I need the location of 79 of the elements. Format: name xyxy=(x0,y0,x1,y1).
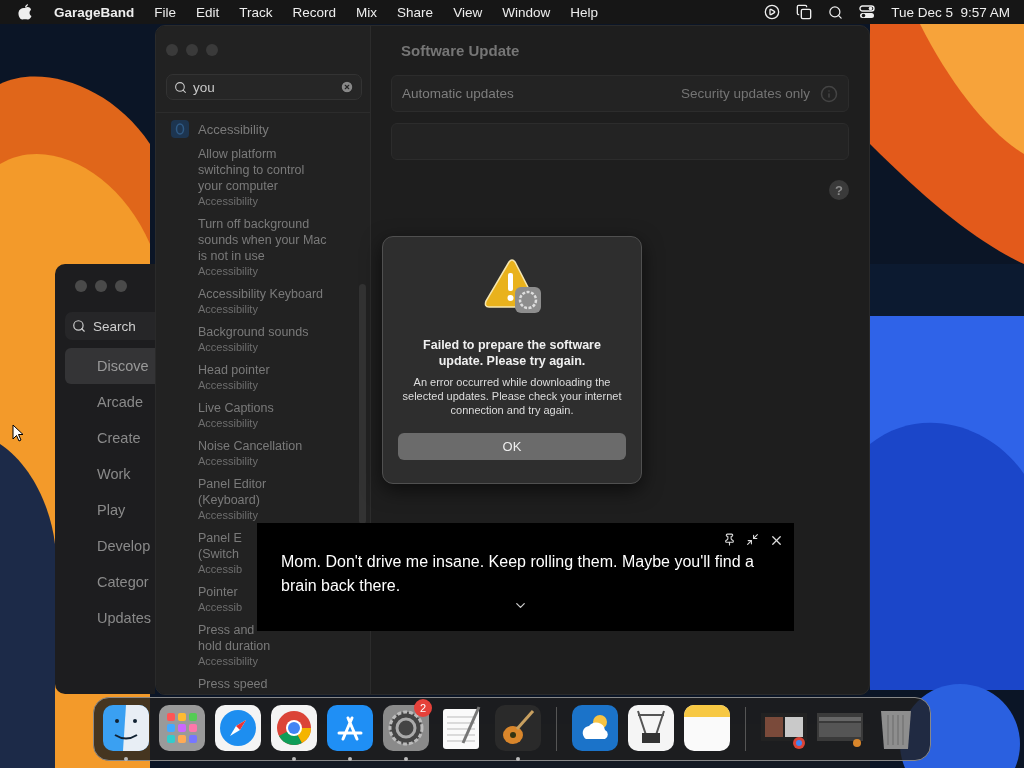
toggles-icon[interactable] xyxy=(859,5,876,19)
menu-item[interactable]: View xyxy=(443,4,493,20)
apple-icon[interactable] xyxy=(18,4,32,20)
menu-item[interactable]: Record xyxy=(282,4,347,20)
menu-item[interactable]: Edit xyxy=(186,4,230,20)
row-value: Security updates only xyxy=(680,86,810,101)
search-icon xyxy=(72,319,86,333)
menu-item[interactable]: File xyxy=(144,4,187,20)
result-title[interactable]: Head pointer xyxy=(198,362,270,378)
pointer-icon xyxy=(12,424,24,442)
app-store-icon[interactable] xyxy=(327,705,373,751)
collapse-icon[interactable] xyxy=(746,533,759,546)
alert-message: An error occurred while downloading the selected updates. Please check your internet connection and try again. xyxy=(401,375,623,417)
play-circle-icon[interactable] xyxy=(764,4,781,20)
warning-gear-icon xyxy=(483,259,541,315)
result-title[interactable]: Background sounds xyxy=(198,324,309,340)
sidebar-item[interactable]: Work xyxy=(65,456,155,492)
result-category: Accessibility xyxy=(198,194,258,208)
clock[interactable]: Tue Dec 5 9:57 AM xyxy=(891,4,1010,20)
scrollbar[interactable] xyxy=(359,284,366,524)
search-field[interactable]: Search xyxy=(65,312,155,340)
result-title[interactable]: Press speed xyxy=(198,676,268,692)
clear-icon[interactable] xyxy=(340,80,354,94)
result-title[interactable]: Pointer xyxy=(198,584,238,600)
sidebar-item[interactable]: Arcade xyxy=(65,384,155,420)
result-title[interactable]: Press and hold duration xyxy=(198,622,271,654)
menu-item[interactable]: Mix xyxy=(346,4,388,20)
result-category: Accessib xyxy=(198,600,243,614)
result-category: Accessibility xyxy=(198,454,258,468)
sidebar-item[interactable]: Discove xyxy=(65,348,155,384)
result-title[interactable]: Accessibility Keyboard xyxy=(198,286,324,302)
result-category: Accessibility xyxy=(198,302,258,316)
result-category: Accessibility xyxy=(198,378,258,392)
result-category: Accessibility xyxy=(198,340,258,354)
result-category: Accessib xyxy=(198,562,243,576)
close-icon[interactable] xyxy=(769,533,784,548)
sidebar-item[interactable]: Develop xyxy=(65,528,155,564)
compass-icon[interactable] xyxy=(215,705,261,751)
app-grid-icon[interactable] xyxy=(159,705,205,751)
sidebar-item[interactable]: Play xyxy=(65,492,155,528)
alert-title: Failed to prepare the software update. Please try again. xyxy=(422,337,602,369)
windows-icon[interactable] xyxy=(796,4,813,20)
row-label: Automatic updates xyxy=(402,86,515,101)
menu-item[interactable]: Help xyxy=(560,4,608,20)
notepad-icon[interactable] xyxy=(684,705,730,751)
sidebar-item[interactable]: Updates xyxy=(65,600,155,636)
search-field[interactable]: you xyxy=(166,74,362,100)
pin-icon[interactable] xyxy=(723,533,736,546)
result-title[interactable]: Live Captions xyxy=(198,400,274,416)
help-button[interactable]: ? xyxy=(829,180,849,200)
result-title[interactable]: Turn off background sounds when your Mac is not in use xyxy=(198,216,327,264)
guitar-icon[interactable] xyxy=(495,705,541,751)
menu-item[interactable]: Share xyxy=(387,4,444,20)
result-category: Accessibility xyxy=(198,508,258,522)
result-category: Accessibility xyxy=(198,264,258,278)
accessibility-icon xyxy=(171,120,189,138)
notification-badge: 2 xyxy=(414,699,432,717)
search-icon xyxy=(174,80,187,94)
calipers-chip-icon[interactable] xyxy=(628,705,674,751)
result-title[interactable]: Allow platform switching to control your computer xyxy=(198,146,305,194)
result-title[interactable]: Noise Cancellation xyxy=(198,438,303,454)
cloud-sun-icon[interactable] xyxy=(572,705,618,751)
result-category: Accessibility xyxy=(198,416,258,430)
category-title[interactable]: Accessibility xyxy=(198,121,269,137)
browser-wheel-icon[interactable] xyxy=(271,705,317,751)
menu-item[interactable]: Window xyxy=(492,4,561,20)
caption-text: Mom. Don't drive me insane. Keep rolling them. Maybe you'll find a brain back there. xyxy=(281,552,755,596)
search-icon[interactable] xyxy=(828,4,844,20)
sidebar-item[interactable]: Create xyxy=(65,420,155,456)
gear-icon[interactable] xyxy=(383,705,429,751)
result-category: Accessibility xyxy=(198,654,258,668)
smiling-face-icon[interactable] xyxy=(103,705,149,751)
app-menu[interactable]: GarageBand xyxy=(44,4,145,20)
result-title[interactable]: Panel Editor (Keyboard) xyxy=(198,476,267,508)
sidebar-item[interactable]: Categor xyxy=(65,564,155,600)
ok-button[interactable]: OK xyxy=(398,433,626,460)
result-title[interactable]: Panel E (Switch xyxy=(198,530,242,562)
menu-item[interactable]: Track xyxy=(229,4,283,20)
pane-title: Software Update xyxy=(401,42,521,59)
